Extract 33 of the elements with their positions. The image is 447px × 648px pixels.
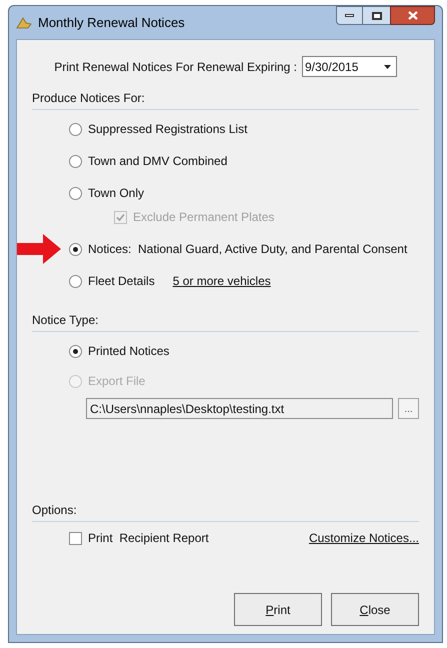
checkbox-label: Exclude Permanent Plates — [133, 209, 274, 226]
close-icon — [408, 11, 418, 20]
maximize-button[interactable] — [363, 6, 390, 25]
window-title: Monthly Renewal Notices — [38, 14, 185, 32]
radio-label: Town and DMV Combined — [88, 153, 228, 170]
radio-label: Fleet Details — [88, 273, 155, 290]
customize-notices-link[interactable]: Customize Notices... — [308, 529, 419, 547]
radio-label: Town Only — [88, 185, 144, 202]
close-button[interactable] — [390, 6, 435, 25]
dialog-button[interactable]: Close — [331, 593, 419, 626]
checkbox[interactable] — [69, 532, 82, 544]
dialog-button[interactable]: Print — [234, 593, 322, 626]
radio-label: Notices: National Guard, Active Duty, and Parental Consent — [88, 241, 408, 258]
radio-button[interactable] — [69, 122, 82, 136]
radio-button[interactable] — [69, 242, 82, 256]
section-label: Produce Notices For: — [32, 91, 145, 105]
radio-label: Printed Notices — [88, 343, 170, 360]
radio-button[interactable] — [69, 186, 82, 200]
radio-button[interactable] — [69, 274, 82, 288]
radio-label: Suppressed Registrations List — [88, 121, 248, 138]
minimize-button[interactable] — [336, 6, 363, 25]
browse-button[interactable]: ... — [398, 398, 419, 419]
radio-button[interactable] — [69, 344, 82, 358]
vehicles-link[interactable]: 5 or more vehicles — [172, 272, 271, 290]
expiring-label: Print Renewal Notices For Renewal Expiring : — [54, 58, 297, 76]
section-label: Options: — [32, 503, 77, 517]
radio-label: Export File — [88, 373, 146, 390]
checkbox-label: Print Recipient Report — [88, 530, 209, 547]
date-dropdown[interactable]: 9/30/2015 — [302, 56, 397, 77]
section-label: Notice Type: — [32, 313, 98, 327]
file-path-field[interactable]: C:\Users\nnaples\Desktop\testing.txt — [86, 398, 393, 419]
app-icon — [16, 16, 32, 30]
radio-button[interactable] — [69, 154, 82, 168]
